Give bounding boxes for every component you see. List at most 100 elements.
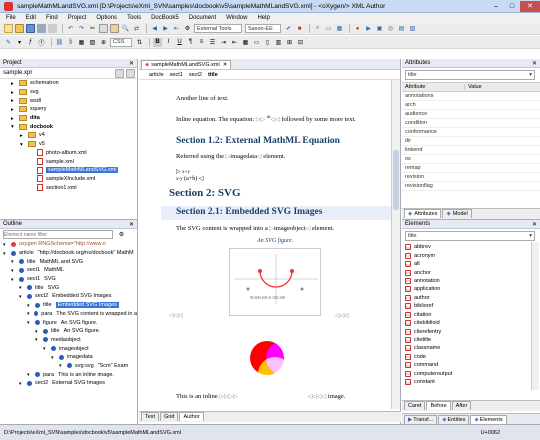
- author-mode-tab[interactable]: Author: [179, 412, 204, 421]
- expanded-icon[interactable]: ▾: [3, 251, 9, 257]
- collapsed-icon[interactable]: [29, 159, 35, 164]
- print-icon[interactable]: [48, 24, 57, 33]
- apply-scenario-icon[interactable]: ▣: [375, 24, 384, 33]
- image-icon[interactable]: ▨: [88, 38, 97, 47]
- attr-col-header[interactable]: Attribute: [402, 84, 464, 90]
- project-tree-item[interactable]: ▸ dita: [0, 114, 137, 123]
- attribute-row[interactable]: conformance: [402, 128, 540, 137]
- after-tab[interactable]: After: [451, 401, 472, 410]
- edit-css-icon[interactable]: ⇅: [135, 38, 144, 47]
- menu-edit[interactable]: Edit: [26, 15, 36, 21]
- element-list-item[interactable]: <> constant: [402, 378, 540, 386]
- collapsed-icon[interactable]: ▸: [11, 98, 17, 104]
- attribute-row[interactable]: revisionflag: [402, 182, 540, 191]
- collapsed-icon[interactable]: [29, 185, 35, 190]
- underline-button[interactable]: U: [175, 38, 184, 47]
- outline-tree-item[interactable]: ▾ sect1 SVG: [0, 275, 137, 284]
- undo-icon[interactable]: ↶: [66, 24, 75, 33]
- element-list-item[interactable]: <> command: [402, 361, 540, 369]
- redo-icon[interactable]: ↷: [77, 24, 86, 33]
- element-list-item[interactable]: <> citetitle: [402, 336, 540, 344]
- menu-help[interactable]: Help: [257, 15, 269, 21]
- outdent-icon[interactable]: ⇤: [230, 38, 239, 47]
- collapsed-icon[interactable]: [29, 150, 35, 155]
- breadcrumb-sect1[interactable]: sect1: [170, 72, 183, 78]
- copy-icon[interactable]: [99, 24, 108, 33]
- collapsed-icon[interactable]: ▸: [11, 81, 17, 87]
- project-root-row[interactable]: sample.xpr: [0, 68, 137, 79]
- outline-tree-item[interactable]: ▾ imageobject: [0, 344, 137, 353]
- project-tree-item[interactable]: sampleXInclude.xml: [0, 175, 137, 184]
- outline-tree-item[interactable]: ▾ mediaobject: [0, 336, 137, 345]
- project-tree-item[interactable]: photo-album.xml: [0, 149, 137, 158]
- close-panel-icon[interactable]: ✕: [129, 60, 134, 67]
- forward-icon[interactable]: ▶: [161, 24, 170, 33]
- breadcrumb-article[interactable]: article: [149, 72, 164, 78]
- text-mode-tab[interactable]: Text: [141, 412, 160, 421]
- attribute-row[interactable]: remap: [402, 164, 540, 173]
- list-icon[interactable]: ≡: [197, 38, 206, 47]
- link-icon[interactable]: ⛓: [55, 38, 64, 47]
- tab-close-icon[interactable]: ✕: [223, 62, 228, 68]
- debug-icon[interactable]: ●: [353, 24, 362, 33]
- expanded-icon[interactable]: ▾: [27, 303, 33, 309]
- project-tree-item[interactable]: ▸ schematron: [0, 79, 137, 88]
- expanded-icon[interactable]: ▾: [27, 372, 33, 378]
- cut-icon[interactable]: ✂: [88, 24, 97, 33]
- collapsed-icon[interactable]: [29, 168, 35, 173]
- element-list-item[interactable]: <> anchor: [402, 268, 540, 276]
- menu-options[interactable]: Options: [96, 15, 117, 21]
- run-icon[interactable]: ▶: [364, 24, 373, 33]
- element-list-item[interactable]: <> application: [402, 285, 540, 293]
- window-icon[interactable]: ▭: [324, 24, 333, 33]
- paragraph-icon[interactable]: ¶: [186, 38, 195, 47]
- collapsed-icon[interactable]: ▸: [11, 107, 17, 113]
- expanded-icon[interactable]: ▾: [19, 381, 25, 387]
- expanded-icon[interactable]: ▾: [11, 124, 17, 130]
- outline-tree-item[interactable]: ▾ sect2 External SVG Images: [0, 379, 137, 388]
- editor-tab[interactable]: ◈ sampleMathMLandSVG.xml ✕: [141, 60, 232, 69]
- open-folder-icon[interactable]: [15, 24, 24, 33]
- element-list-item[interactable]: <> abbrev: [402, 243, 540, 251]
- transformer-combo[interactable]: Saxon-EE: [245, 24, 281, 33]
- attributes-tab[interactable]: ◈ Attributes: [404, 209, 442, 218]
- elements-view-tab[interactable]: ◈ Elements: [470, 414, 507, 424]
- collapsed-icon[interactable]: ▸: [11, 116, 17, 122]
- attribute-row[interactable]: arch: [402, 101, 540, 110]
- replace-icon[interactable]: ⇄: [132, 24, 141, 33]
- mode-icon[interactable]: ▧: [408, 24, 417, 33]
- tool-icon[interactable]: ⚙: [183, 24, 192, 33]
- element-list-item[interactable]: <> code: [402, 353, 540, 361]
- project-tree-item[interactable]: sampleMathMLandSVG.xml: [0, 166, 137, 175]
- outline-settings-icon[interactable]: ⚙: [117, 230, 126, 239]
- element-list-item[interactable]: <> computeroutput: [402, 370, 540, 378]
- attribute-row[interactable]: condition: [402, 119, 540, 128]
- italic-button[interactable]: I: [164, 38, 173, 47]
- outline-tree-item[interactable]: ▾ title SVG: [0, 283, 137, 292]
- table-insert-icon[interactable]: ▦: [241, 38, 250, 47]
- collapsed-icon[interactable]: ▸: [11, 90, 17, 96]
- column-icon[interactable]: ▯: [263, 38, 272, 47]
- attribute-row[interactable]: audience: [402, 110, 540, 119]
- grid-mode-tab[interactable]: Grid: [160, 412, 179, 421]
- expanded-icon[interactable]: ▾: [43, 346, 49, 352]
- save-icon[interactable]: [26, 24, 35, 33]
- project-tree-item[interactable]: section1.xml: [0, 183, 137, 192]
- scroll-thumb[interactable]: [393, 150, 399, 210]
- save-all-icon[interactable]: [37, 24, 46, 33]
- menu-document[interactable]: Document: [189, 15, 216, 21]
- find-icon[interactable]: 🔍: [121, 24, 130, 33]
- new-file-icon[interactable]: [4, 24, 13, 33]
- expanded-icon[interactable]: ▾: [35, 329, 41, 335]
- join-icon[interactable]: ⊞: [285, 38, 294, 47]
- expanded-icon[interactable]: ▾: [11, 259, 17, 265]
- paste-icon[interactable]: [110, 24, 119, 33]
- expanded-icon[interactable]: ▾: [19, 285, 25, 291]
- css-combo[interactable]: CSS: [110, 37, 132, 47]
- validate-icon[interactable]: ✔: [284, 24, 293, 33]
- zoom-icon[interactable]: ⊕: [99, 38, 108, 47]
- expanded-icon[interactable]: ▾: [35, 337, 41, 343]
- model-tab[interactable]: ◈ Model: [442, 209, 472, 218]
- view-icon[interactable]: ▤: [397, 24, 406, 33]
- expanded-icon[interactable]: ▾: [3, 242, 9, 248]
